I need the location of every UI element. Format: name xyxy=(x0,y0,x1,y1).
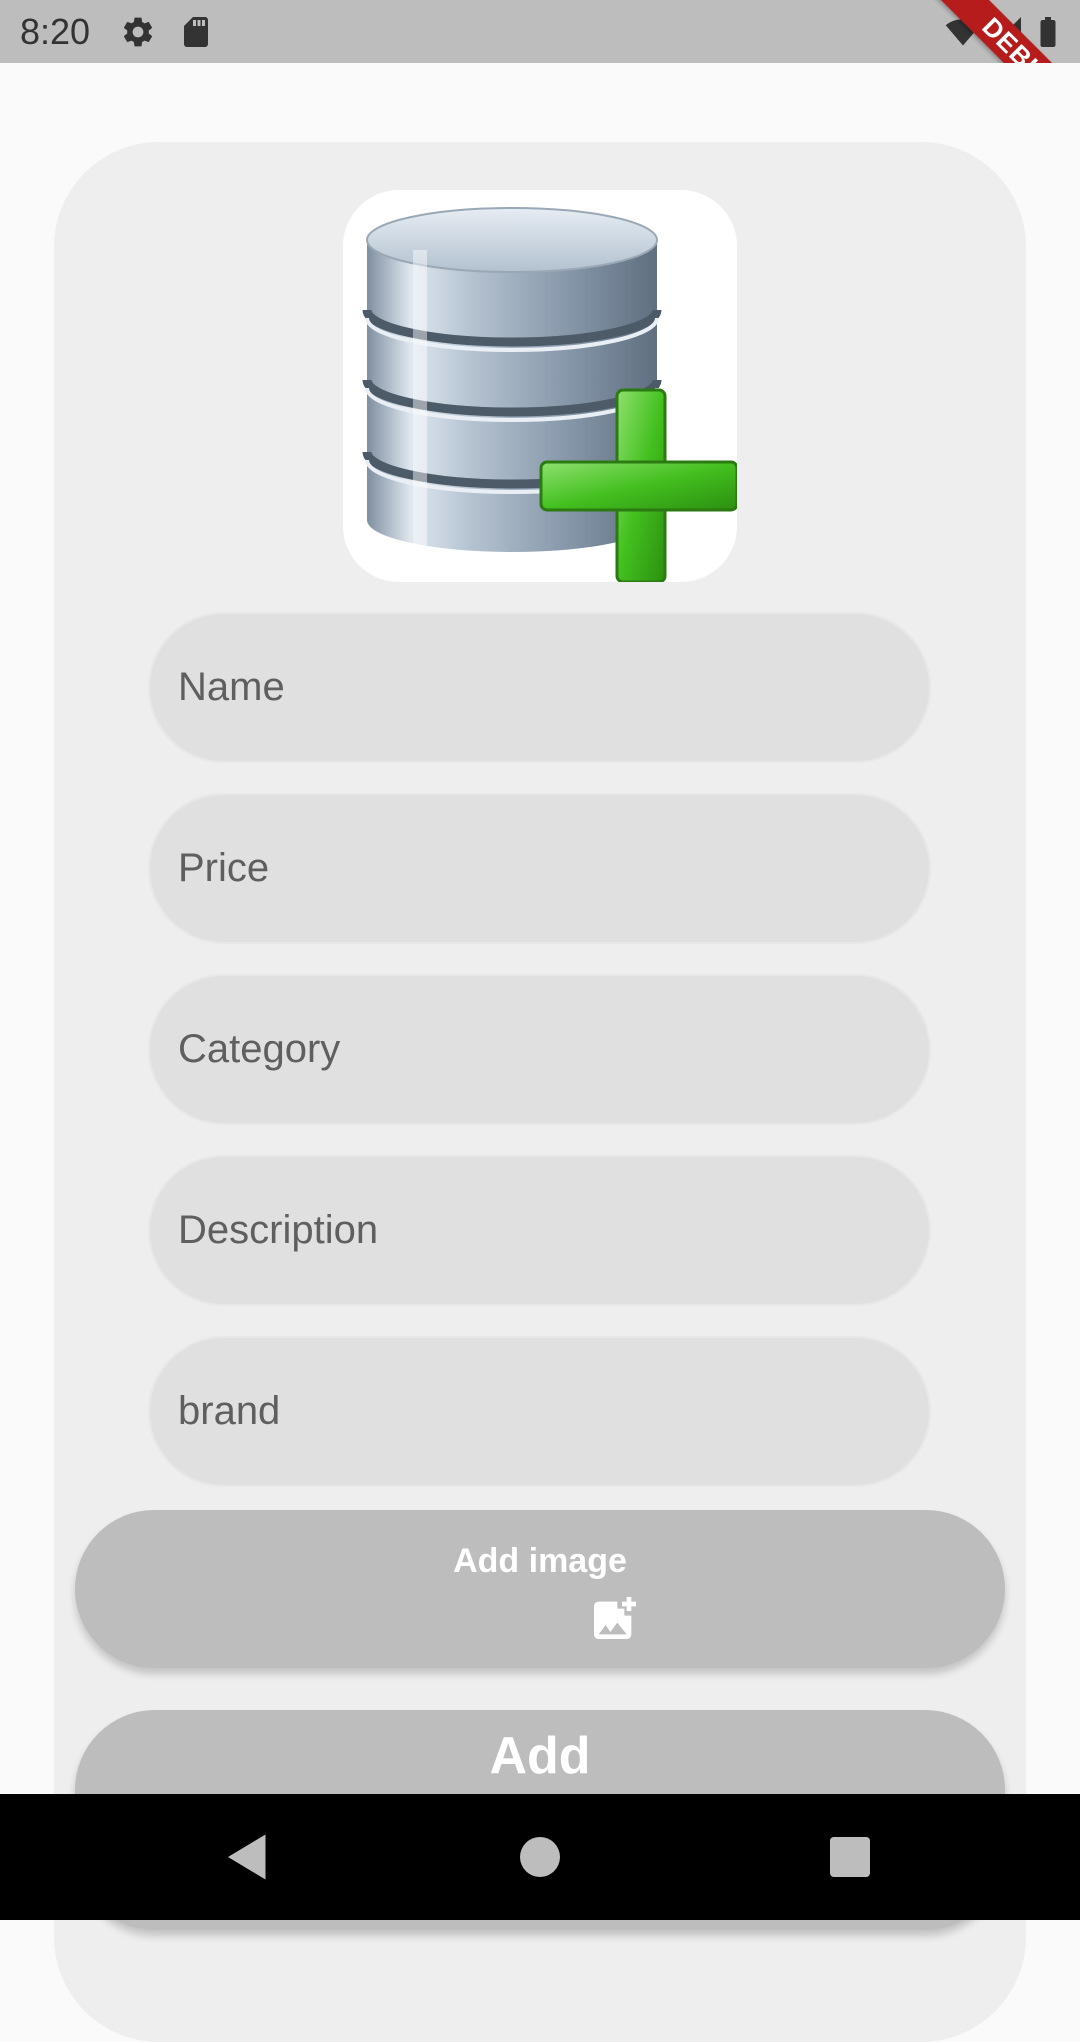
debug-label: DEBUG xyxy=(932,0,1080,63)
name-field[interactable]: Name xyxy=(148,612,931,763)
price-placeholder: Price xyxy=(178,846,270,890)
status-bar: 8:20 DEBUG xyxy=(0,0,1080,63)
sd-card-icon xyxy=(184,17,208,47)
price-field[interactable]: Price xyxy=(148,793,931,944)
category-placeholder: Category xyxy=(178,1027,341,1071)
description-field[interactable]: Description xyxy=(148,1155,931,1306)
add-photo-icon xyxy=(594,1597,636,1639)
status-time: 8:20 xyxy=(20,11,91,52)
add-label: Add xyxy=(489,1727,591,1785)
database-add-image[interactable] xyxy=(343,190,737,582)
category-field[interactable]: Category xyxy=(148,974,931,1125)
recents-icon[interactable] xyxy=(820,1827,880,1887)
name-placeholder: Name xyxy=(178,665,285,709)
brand-field[interactable]: brand xyxy=(148,1336,931,1487)
debug-banner: DEBUG xyxy=(920,0,1080,63)
back-icon[interactable] xyxy=(218,1827,278,1887)
navigation-bar xyxy=(0,1794,1080,1920)
add-image-label: Add image xyxy=(453,1542,627,1580)
database-add-icon xyxy=(362,207,737,582)
description-placeholder: Description xyxy=(178,1208,379,1252)
gear-icon xyxy=(123,17,153,47)
add-image-button[interactable]: Add image xyxy=(75,1510,1005,1668)
brand-placeholder: brand xyxy=(178,1389,281,1433)
home-icon[interactable] xyxy=(510,1827,570,1887)
